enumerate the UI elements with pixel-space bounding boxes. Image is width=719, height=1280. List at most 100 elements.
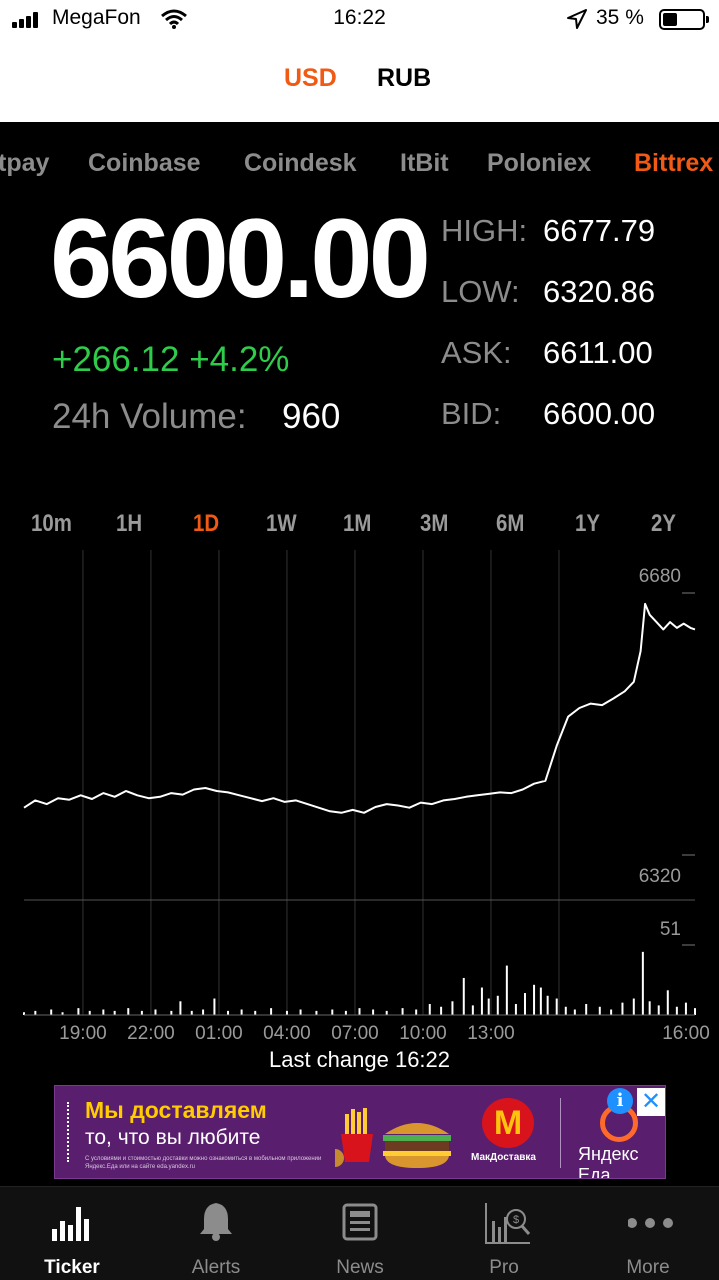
- volume-bar: [315, 1010, 318, 1015]
- timeframe-3m[interactable]: 3M: [420, 510, 448, 538]
- timeframe-2y[interactable]: 2Y: [651, 510, 676, 538]
- tab-more-label: More: [626, 1257, 670, 1278]
- volume-bar: [573, 1009, 576, 1015]
- volume-bar: [415, 1009, 418, 1015]
- x-tick-label: 22:00: [127, 1023, 175, 1044]
- tab-more[interactable]: More: [576, 1187, 719, 1280]
- x-tick-label: 10:00: [399, 1023, 447, 1044]
- volume-bar: [648, 1001, 651, 1015]
- timeframe-1h[interactable]: 1H: [116, 510, 142, 538]
- tab-news[interactable]: News: [288, 1187, 432, 1280]
- low-value: 6320.86: [543, 274, 656, 309]
- volume-bar: [598, 1006, 601, 1015]
- location-arrow-icon: [567, 9, 587, 29]
- volume-bar: [270, 1008, 273, 1015]
- ad-banner[interactable]: Мы доставляем то, что вы любите С услови…: [54, 1085, 666, 1179]
- volume-bar: [170, 1010, 173, 1015]
- timeframe-10m[interactable]: 10m: [31, 510, 72, 538]
- volume-bar: [113, 1010, 116, 1015]
- volume-bar: [127, 1008, 130, 1015]
- volume-bar: [254, 1010, 257, 1015]
- volume-bar: [480, 987, 483, 1015]
- tab-ticker[interactable]: Ticker: [0, 1187, 144, 1280]
- exchange-tab-poloniex[interactable]: Poloniex: [487, 149, 591, 178]
- volume-bar: [585, 1004, 588, 1015]
- volume-bar: [610, 1009, 613, 1015]
- tab-alerts[interactable]: Alerts: [144, 1187, 288, 1280]
- price-chart[interactable]: 6680 6320 51 19:00 22:00 01:00 04:00 07:00 10…: [0, 545, 719, 1045]
- ad-small-print: С условиями и стоимостью доставки можно …: [85, 1156, 322, 1170]
- volume-bar: [34, 1010, 37, 1015]
- volume-bar: [462, 977, 465, 1015]
- svg-text:$: $: [513, 1214, 519, 1226]
- volume-bar: [213, 998, 216, 1015]
- volume-bar: [331, 1009, 334, 1015]
- volume-bars: [23, 951, 696, 1015]
- tab-alerts-label: Alerts: [191, 1257, 241, 1278]
- volume-bar: [451, 1001, 454, 1015]
- tab-bar: Ticker Alerts News $ Pro More: [0, 1186, 719, 1280]
- volume-bar: [285, 1010, 288, 1015]
- x-tick-label: 04:00: [263, 1023, 311, 1044]
- exchange-tab-tpay[interactable]: tpay: [0, 149, 49, 178]
- volume-bar: [533, 984, 536, 1015]
- more-dots-icon: [628, 1218, 673, 1228]
- last-change-text: Last change 16:22: [268, 1047, 451, 1072]
- newspaper-icon: [342, 1203, 378, 1241]
- timeframe-1y[interactable]: 1Y: [575, 510, 600, 538]
- volume-bar: [523, 993, 526, 1015]
- bid-label: BID:: [441, 396, 502, 431]
- high-value: 6677.79: [543, 213, 656, 248]
- x-tick-label: 13:00: [467, 1023, 515, 1044]
- timeframe-1w[interactable]: 1W: [266, 510, 297, 538]
- ad-headline: Мы доставляем: [85, 1097, 267, 1123]
- volume-bar: [428, 1004, 431, 1015]
- exchange-tab-bittrex[interactable]: Bittrex: [634, 149, 713, 178]
- volume-bar: [140, 1010, 143, 1015]
- battery-icon: [659, 9, 709, 30]
- timeframe-6m[interactable]: 6M: [496, 510, 524, 538]
- ad-separator: [560, 1098, 561, 1168]
- tab-news-label: News: [336, 1257, 384, 1278]
- volume-bar: [190, 1010, 193, 1015]
- y-top-label: 6680: [639, 566, 681, 587]
- x-tick-label: 16:00: [662, 1023, 710, 1044]
- volume-bar: [358, 1008, 361, 1015]
- volume-bar: [385, 1010, 388, 1015]
- volume-bar: [401, 1008, 404, 1015]
- volume-bar: [657, 1005, 660, 1015]
- header: MegaFon 16:22 35 % USD RUB: [0, 0, 719, 122]
- exchange-tab-coinbase[interactable]: Coinbase: [88, 149, 201, 178]
- volume-bar: [50, 1009, 53, 1015]
- ad-close-icon[interactable]: ✕: [637, 1088, 665, 1116]
- ad-subheadline: то, что вы любите: [85, 1126, 261, 1149]
- timeframe-1m[interactable]: 1M: [343, 510, 371, 538]
- ask-label: ASK:: [441, 335, 512, 370]
- exchange-tab-coindesk[interactable]: Coindesk: [244, 149, 357, 178]
- currency-tab-usd[interactable]: USD: [284, 64, 337, 93]
- mcdonalds-logo-icon: M: [482, 1098, 534, 1148]
- volume-bar: [299, 1009, 302, 1015]
- volume-value: 960: [282, 397, 341, 436]
- volume-bar: [240, 1009, 243, 1015]
- volume-bar: [641, 951, 644, 1015]
- volume-max-label: 51: [660, 919, 681, 940]
- tab-pro[interactable]: $ Pro: [432, 1187, 576, 1280]
- currency-tab-rub[interactable]: RUB: [377, 64, 431, 93]
- timeframe-1d[interactable]: 1D: [193, 510, 219, 538]
- volume-bar: [539, 987, 542, 1015]
- x-tick-label: 07:00: [331, 1023, 379, 1044]
- bell-icon: [200, 1203, 232, 1241]
- price-line: [23, 602, 696, 814]
- volume-bar: [496, 995, 499, 1015]
- low-label: LOW:: [441, 274, 520, 309]
- volume-bar: [88, 1010, 91, 1015]
- volume-bar: [77, 1008, 80, 1015]
- volume-bar: [505, 965, 508, 1015]
- x-axis-labels: 19:00 22:00 01:00 04:00 07:00 10:00 13:00 16:00: [59, 1023, 710, 1044]
- bid-value: 6600.00: [543, 396, 656, 431]
- ad-info-icon[interactable]: i: [607, 1088, 633, 1114]
- exchange-tab-itbit[interactable]: ItBit: [400, 149, 449, 178]
- volume-bar: [632, 998, 635, 1015]
- x-tick-label: 19:00: [59, 1023, 107, 1044]
